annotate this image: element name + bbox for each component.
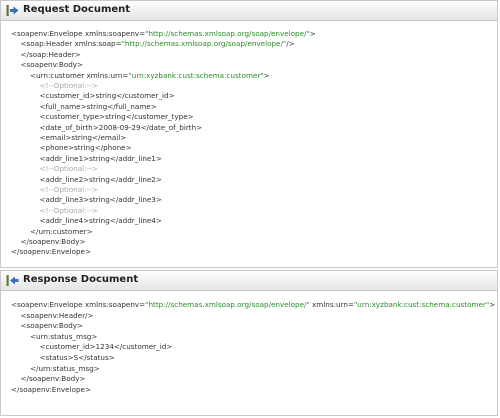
xml-tag: <urn:status_msg> <box>30 331 98 341</box>
xml-line: <customer_id>1234</customer_id> <box>40 342 173 351</box>
xml-line: <soapenv:Envelope xmlns:soapenv="http://… <box>11 29 316 38</box>
xml-line: <addr_line2>string</addr_line2> <box>40 175 162 184</box>
xml-line: <soapenv:Body> <box>21 321 84 330</box>
xml-tag: <customer_id>string</customer_id> <box>39 91 175 101</box>
attribute-value: "urn:xyzbank:cust:schema:customer" <box>128 70 264 80</box>
xml-tag: </soapenv:Envelope> <box>11 384 91 394</box>
xml-line: <phone>string</phone> <box>40 143 132 152</box>
xml-line: </urn:status_msg> <box>30 364 100 373</box>
xml-line: <!--Optional:--> <box>40 81 98 90</box>
xml-tag: > <box>309 29 316 38</box>
xml-tag: <urn:customer xmlns:urn= <box>30 70 129 80</box>
xml-tag: <phone>string</phone> <box>39 143 132 153</box>
xml-line: <soapenv:Header/> <box>21 311 94 320</box>
xml-tag: </soap:Header> <box>20 49 81 59</box>
xml-tag: <soapenv:Envelope xmlns:soapenv= <box>11 29 146 38</box>
response-panel-title: Response Document <box>23 274 139 285</box>
request-panel-header[interactable]: Request Document <box>1 1 497 21</box>
xml-line: </urn:customer> <box>30 227 93 236</box>
xml-line: </soapenv:Envelope> <box>11 247 91 256</box>
xml-tag: <status>S</status> <box>39 353 115 362</box>
xml-tag: <customer_id>1234</customer_id> <box>39 342 173 352</box>
xml-tag: <soapenv:Header/> <box>20 310 94 320</box>
xml-line: </soap:Header> <box>21 50 81 59</box>
xml-line: <urn:status_msg> <box>30 332 97 341</box>
xml-line: <soapenv:Body> <box>21 60 84 69</box>
xml-line: </soapenv:Body> <box>21 237 86 246</box>
attribute-value: "urn:xyzbank:cust:schema:customer" <box>354 300 490 309</box>
xml-comment: <!--Optional:--> <box>39 205 98 215</box>
xml-line: <status>S</status> <box>40 353 115 362</box>
xml-tag: </soapenv:Body> <box>20 237 86 246</box>
attribute-value: "http://schemas.xmlsoap.org/soap/envelop… <box>145 300 310 309</box>
request-panel-title: Request Document <box>23 4 131 15</box>
xml-line: </soapenv:Envelope> <box>11 385 91 394</box>
xml-line: <addr_line3>string</addr_line3> <box>40 195 162 204</box>
xml-tag: /> <box>286 39 295 49</box>
xml-comment: <!--Optional:--> <box>39 185 98 194</box>
xml-tag: <addr_line2>string</addr_line2> <box>39 174 162 184</box>
xml-line: <soap:Header xmlns:soap="http://schemas.… <box>21 39 295 48</box>
xml-tag: <addr_line3>string</addr_line3> <box>39 195 162 205</box>
xml-line: <customer_id>string</customer_id> <box>40 91 175 100</box>
xml-line: <email>string</email> <box>40 133 127 142</box>
xml-line: <full_name>string</full_name> <box>40 102 157 111</box>
xml-tag: <addr_line4>string</addr_line4> <box>39 216 162 226</box>
xml-tag: > <box>263 70 270 80</box>
xml-line: </soapenv:Body> <box>21 374 86 383</box>
xml-line: <!--Optional:--> <box>40 206 98 215</box>
xml-tag: <email>string</email> <box>39 133 127 142</box>
xml-tag: </soapenv:Body> <box>20 374 86 384</box>
xml-line: <addr_line1>string</addr_line1> <box>40 154 162 163</box>
xml-tag: <full_name>string</full_name> <box>39 101 157 111</box>
xml-line: <soapenv:Envelope xmlns:soapenv="http://… <box>11 300 495 309</box>
xml-tag: <addr_line1>string</addr_line1> <box>39 153 162 163</box>
arrow-left-icon <box>6 275 19 286</box>
xml-line: <date_of_birth>2008-09-29</date_of_birth… <box>40 123 203 132</box>
xml-tag: > <box>489 300 496 309</box>
xml-tag: xmlns:urn= <box>309 300 354 309</box>
attribute-value: "http://schemas.xmlsoap.org/soap/envelop… <box>145 29 310 38</box>
attribute-value: "http://schemas.xmlsoap.org/soap/envelop… <box>121 39 287 49</box>
xml-line: <addr_line4>string</addr_line4> <box>40 216 162 225</box>
xml-tag: <customer_type>string</customer_type> <box>39 112 194 122</box>
xml-line: <urn:customer xmlns:urn="urn:xyzbank:cus… <box>30 71 270 80</box>
arrow-right-icon <box>6 5 19 16</box>
xml-tag: <soapenv:Envelope xmlns:soapenv= <box>11 300 146 309</box>
xml-tag: <soapenv:Body> <box>20 60 84 70</box>
xml-tag: </soapenv:Envelope> <box>11 247 91 257</box>
xml-comment: <!--Optional:--> <box>39 81 98 90</box>
response-panel-header[interactable]: Response Document <box>1 271 497 291</box>
xml-tag: <soapenv:Body> <box>20 321 84 331</box>
xml-line: <customer_type>string</customer_type> <box>40 112 194 121</box>
xml-tag: <date_of_birth>2008-09-29</date_of_birth… <box>39 122 203 132</box>
xml-tag: </urn:status_msg> <box>30 363 100 373</box>
xml-line: <!--Optional:--> <box>40 164 98 173</box>
response-document-panel: Response Document <soapenv:Envelope xmln… <box>0 270 498 416</box>
xml-comment: <!--Optional:--> <box>39 164 98 174</box>
xml-tag: </urn:customer> <box>30 226 93 236</box>
xml-tag: <soap:Header xmlns:soap= <box>20 39 122 49</box>
xml-line: <!--Optional:--> <box>40 185 98 194</box>
request-document-panel: Request Document <soapenv:Envelope xmlns… <box>0 0 498 268</box>
